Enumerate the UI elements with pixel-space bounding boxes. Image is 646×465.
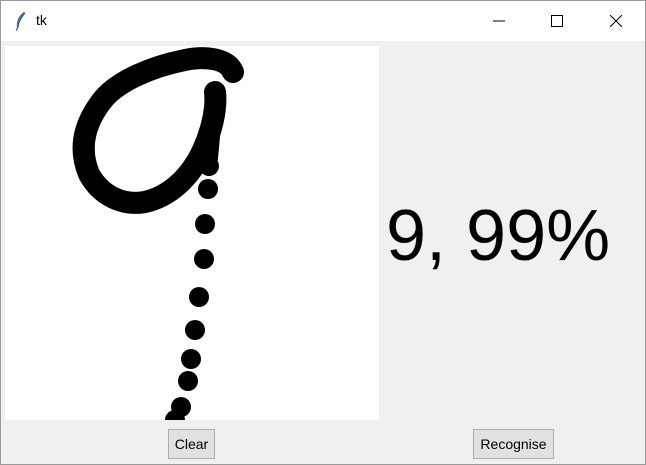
window-title: tk [36, 12, 47, 28]
drawing-canvas[interactable] [5, 46, 379, 420]
stroke-dot [185, 320, 205, 340]
handwritten-digit-drawing [72, 47, 244, 420]
stroke-dot [198, 179, 218, 199]
close-icon [610, 15, 622, 27]
stroke-dot [181, 349, 201, 369]
app-window: tk 9, 99% Clear Recognise [0, 0, 646, 465]
stroke-dot [178, 371, 198, 391]
maximize-icon [551, 15, 563, 27]
digit-tail-stroke [200, 83, 224, 167]
title-bar[interactable]: tk [1, 1, 645, 41]
clear-button[interactable]: Clear [168, 429, 215, 459]
stroke-dot [189, 287, 209, 307]
minimize-icon [493, 20, 505, 22]
minimize-button[interactable] [470, 1, 528, 41]
stroke-dot [199, 156, 219, 176]
prediction-result: 9, 99% [386, 196, 611, 276]
stroke-dot [195, 214, 215, 234]
stroke-dot [194, 249, 214, 269]
maximize-button[interactable] [528, 1, 586, 41]
tk-feather-icon [15, 12, 26, 31]
close-button[interactable] [587, 1, 645, 41]
recognise-button[interactable]: Recognise [473, 429, 554, 459]
